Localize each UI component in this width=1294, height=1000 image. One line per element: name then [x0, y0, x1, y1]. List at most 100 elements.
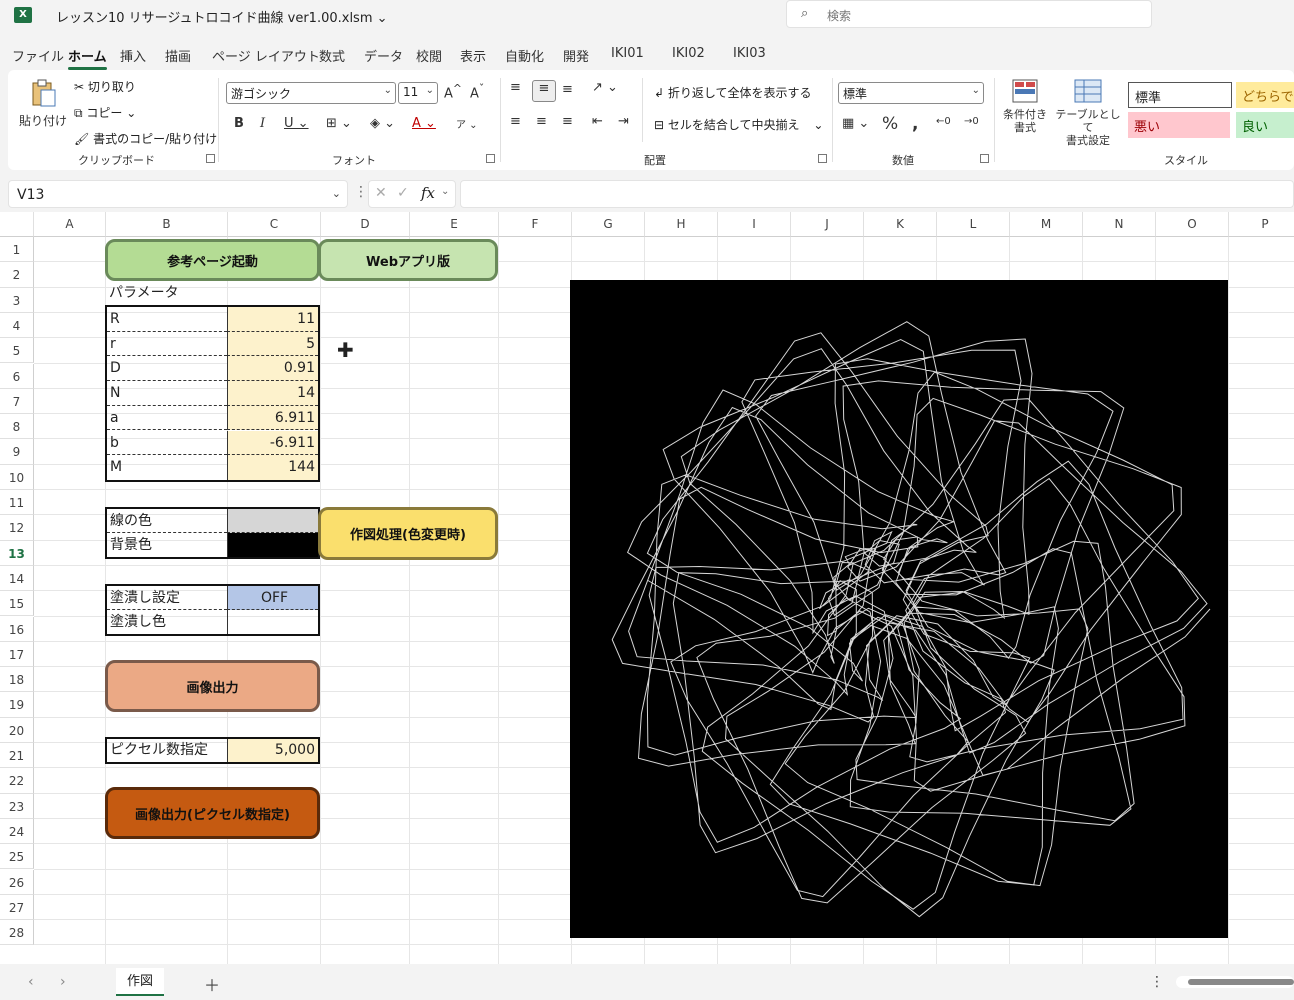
- row-header-15[interactable]: 15: [0, 591, 34, 617]
- worksheet-grid[interactable]: ABCDEFGHIJKLMNOP 1 2 3 4 5 6 7 8 9 10 11 12 13 14 15 16…: [0, 212, 1294, 964]
- increase-decimal-icon[interactable]: ←0: [936, 116, 951, 127]
- clipboard-launcher-icon[interactable]: [206, 154, 215, 163]
- conditional-format-button[interactable]: 条件付き 書式: [1000, 78, 1050, 134]
- fill-setting-value[interactable]: OFF: [227, 586, 318, 610]
- column-header-p[interactable]: P: [1229, 212, 1294, 237]
- prev-sheet-icon[interactable]: ‹: [28, 974, 34, 990]
- search-input[interactable]: ⌕ 検索: [786, 0, 1152, 28]
- row-header-2[interactable]: 2: [0, 262, 34, 288]
- fill-color-icon[interactable]: ◈ ⌄: [370, 116, 395, 131]
- phonetic-icon[interactable]: ア ⌄: [456, 116, 478, 131]
- param-value[interactable]: 14: [227, 381, 318, 406]
- column-header-g[interactable]: G: [572, 212, 645, 237]
- align-bottom-icon[interactable]: ≡: [562, 82, 573, 97]
- format-as-table-button[interactable]: テーブルとして 書式設定: [1052, 78, 1124, 147]
- column-header-l[interactable]: L: [937, 212, 1010, 237]
- accounting-icon[interactable]: ▦ ⌄: [842, 116, 869, 131]
- style-good[interactable]: 良い: [1236, 112, 1294, 138]
- param-value[interactable]: 0.91: [227, 356, 318, 382]
- row-header-16[interactable]: 16: [0, 616, 34, 642]
- tab-draw[interactable]: 描画: [165, 46, 191, 65]
- row-header-4[interactable]: 4: [0, 312, 34, 339]
- row-header-3[interactable]: 3: [0, 287, 34, 313]
- font-size-select[interactable]: 11 ⌄: [398, 82, 438, 104]
- row-header-20[interactable]: 20: [0, 717, 34, 743]
- row-header-28[interactable]: 28: [0, 920, 34, 946]
- row-header-26[interactable]: 26: [0, 869, 34, 895]
- pixel-value[interactable]: 5,000: [227, 739, 318, 762]
- bg-color-swatch[interactable]: [227, 533, 318, 557]
- merge-center-button[interactable]: ⊟ セルを結合して中央揃え ⌄: [654, 116, 823, 133]
- column-header-e[interactable]: E: [410, 212, 499, 237]
- image-export-button[interactable]: 画像出力: [105, 660, 320, 712]
- chevron-down-icon[interactable]: ⌄: [332, 187, 341, 200]
- italic-button[interactable]: I: [260, 116, 265, 131]
- insert-function-icon[interactable]: fx: [421, 184, 435, 202]
- style-normal[interactable]: 標準: [1128, 82, 1232, 108]
- column-header-a[interactable]: A: [34, 212, 106, 237]
- column-header-c[interactable]: C: [228, 212, 321, 237]
- column-header-m[interactable]: M: [1010, 212, 1083, 237]
- wrap-text-button[interactable]: ↲ 折り返して全体を表示する: [654, 84, 812, 101]
- row-header-19[interactable]: 19: [0, 692, 34, 718]
- format-painter-button[interactable]: 🖌 書式のコピー/貼り付け: [74, 130, 217, 147]
- column-header-b[interactable]: B: [106, 212, 228, 237]
- more-options-icon[interactable]: ⋮: [1150, 974, 1164, 990]
- align-top-icon[interactable]: ≡: [510, 80, 521, 95]
- column-header-i[interactable]: I: [718, 212, 791, 237]
- row-header-10[interactable]: 10: [0, 464, 34, 490]
- column-header-k[interactable]: K: [864, 212, 937, 237]
- tab-automate[interactable]: 自動化: [505, 46, 544, 65]
- row-header-6[interactable]: 6: [0, 363, 34, 389]
- tab-formulas[interactable]: 数式: [319, 46, 345, 65]
- trochoid-curve-image[interactable]: [570, 280, 1228, 938]
- bold-button[interactable]: B: [234, 116, 244, 131]
- name-box[interactable]: V13 ⌄: [8, 180, 348, 208]
- row-header-27[interactable]: 27: [0, 894, 34, 921]
- column-header-h[interactable]: H: [645, 212, 718, 237]
- row-header-5[interactable]: 5: [0, 338, 34, 364]
- select-all-corner[interactable]: [0, 212, 34, 237]
- align-left-icon[interactable]: ≡: [510, 114, 521, 129]
- tab-developer[interactable]: 開発: [563, 46, 589, 65]
- column-header-d[interactable]: D: [321, 212, 410, 237]
- alignment-launcher-icon[interactable]: [818, 154, 827, 163]
- row-header-9[interactable]: 9: [0, 439, 34, 465]
- align-center-icon[interactable]: ≡: [536, 114, 547, 129]
- web-app-button[interactable]: Webアプリ版: [318, 239, 498, 281]
- enter-icon[interactable]: ✓: [397, 185, 409, 201]
- row-header-25[interactable]: 25: [0, 844, 34, 870]
- cut-button[interactable]: ✂ 切り取り: [74, 78, 136, 95]
- comma-icon[interactable]: ,: [912, 114, 918, 134]
- style-neutral[interactable]: どちらで: [1236, 82, 1294, 108]
- reference-page-button[interactable]: 参考ページ起動: [105, 239, 320, 281]
- row-header-8[interactable]: 8: [0, 414, 34, 440]
- font-color-icon[interactable]: A ⌄: [412, 116, 436, 131]
- scrollbar-thumb[interactable]: [1188, 979, 1294, 985]
- column-header-o[interactable]: O: [1156, 212, 1229, 237]
- column-header-j[interactable]: J: [791, 212, 864, 237]
- font-name-select[interactable]: 游ゴシック ⌄: [226, 82, 396, 104]
- chevron-down-icon[interactable]: ⌄: [441, 186, 449, 197]
- align-middle-icon[interactable]: ≡: [532, 80, 556, 102]
- tab-file[interactable]: ファイル: [12, 46, 64, 65]
- row-header-18[interactable]: 18: [0, 667, 34, 693]
- tab-iki01[interactable]: IKI01: [611, 46, 644, 61]
- number-format-select[interactable]: 標準 ⌄: [838, 82, 984, 104]
- number-launcher-icon[interactable]: [980, 154, 989, 163]
- copy-button[interactable]: ⧉ コピー ⌄: [74, 104, 136, 121]
- font-launcher-icon[interactable]: [486, 154, 495, 163]
- align-right-icon[interactable]: ≡: [562, 114, 573, 129]
- row-header-7[interactable]: 7: [0, 388, 34, 415]
- tab-insert[interactable]: 挿入: [120, 46, 146, 65]
- tab-view[interactable]: 表示: [460, 46, 486, 65]
- horizontal-scrollbar[interactable]: [1176, 976, 1294, 988]
- style-bad[interactable]: 悪い: [1128, 112, 1230, 138]
- percent-icon[interactable]: %: [882, 114, 898, 134]
- row-header-14[interactable]: 14: [0, 565, 34, 592]
- param-value[interactable]: -6.911: [227, 430, 318, 456]
- window-title[interactable]: レッスン10 リサージュトロコイド曲線 ver1.00.xlsm ⌄: [56, 7, 388, 26]
- increase-indent-icon[interactable]: ⇥: [618, 114, 629, 129]
- row-header-17[interactable]: 17: [0, 641, 34, 668]
- row-header-23[interactable]: 23: [0, 793, 34, 819]
